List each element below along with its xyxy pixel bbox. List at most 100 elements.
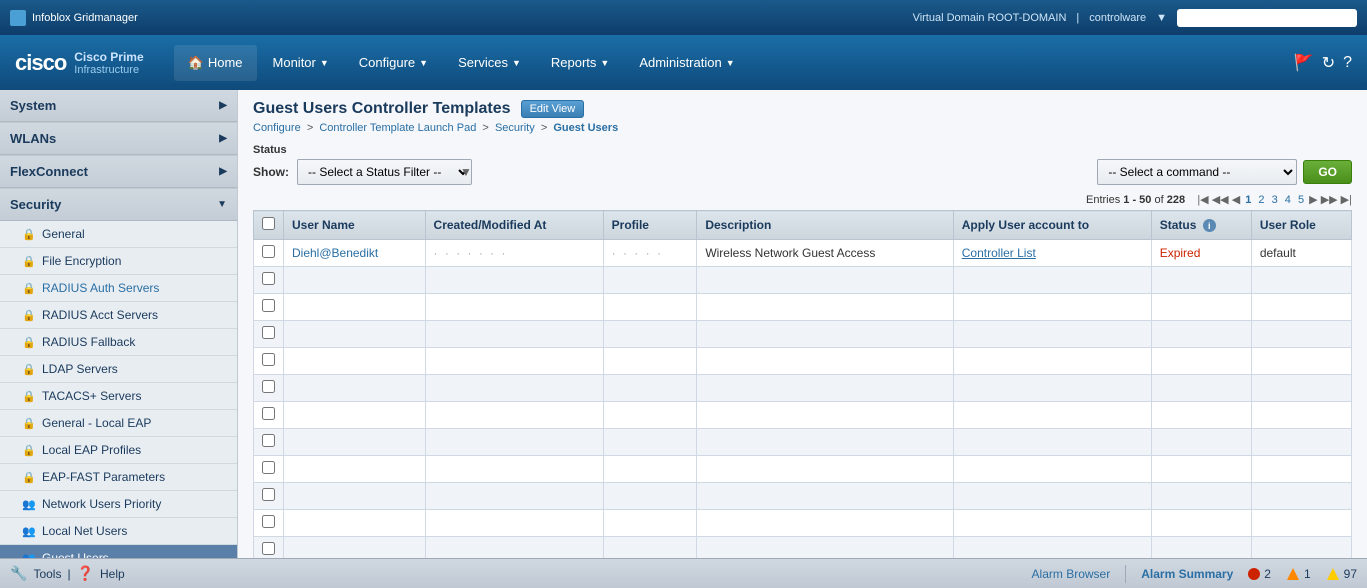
- empty-cell: [284, 402, 426, 429]
- nav-configure[interactable]: Configure ▼: [345, 45, 442, 81]
- empty-cell: [1151, 348, 1251, 375]
- empty-cell: [1251, 429, 1351, 456]
- empty-row-checkbox[interactable]: [262, 407, 275, 420]
- sidebar-item-tacacs[interactable]: 🔒 TACACS+ Servers: [0, 383, 237, 410]
- empty-row-checkbox[interactable]: [262, 542, 275, 555]
- file-encryption-icon: 🔒: [22, 254, 36, 268]
- pagination-prev[interactable]: ◀◀: [1212, 194, 1229, 206]
- empty-cell: [603, 537, 697, 559]
- empty-row-checkbox[interactable]: [262, 488, 275, 501]
- tools-separator: |: [67, 567, 70, 581]
- nav-administration[interactable]: Administration ▼: [625, 45, 748, 81]
- empty-row-checkbox[interactable]: [262, 326, 275, 339]
- empty-cell: [284, 429, 426, 456]
- network-users-priority-icon: 👥: [22, 497, 36, 511]
- pagination-page-1[interactable]: 1: [1245, 194, 1251, 206]
- main-nav: 🏠 Home Monitor ▼ Configure ▼ Services ▼ …: [174, 35, 749, 90]
- pagination-first[interactable]: |◀: [1197, 194, 1208, 206]
- sidebar-item-radius-acct[interactable]: 🔒 RADIUS Acct Servers: [0, 302, 237, 329]
- command-select[interactable]: -- Select a command --: [1097, 159, 1297, 185]
- empty-row-checkbox[interactable]: [262, 380, 275, 393]
- pagination-last[interactable]: ▶|: [1341, 194, 1352, 206]
- user-dropdown-arrow[interactable]: ▼: [1156, 12, 1167, 24]
- empty-row-checkbox[interactable]: [262, 272, 275, 285]
- apply-to-link[interactable]: Controller List: [962, 246, 1036, 260]
- app-title: Infoblox Gridmanager: [32, 12, 138, 24]
- empty-cell: [953, 294, 1151, 321]
- alarm-browser-label[interactable]: Alarm Browser: [1032, 567, 1111, 581]
- col-header-created-at: Created/Modified At: [425, 211, 603, 240]
- nav-monitor[interactable]: Monitor ▼: [259, 45, 343, 81]
- alarm-critical: 2: [1248, 567, 1271, 581]
- sidebar-item-general-local-eap[interactable]: 🔒 General - Local EAP: [0, 410, 237, 437]
- empty-cell: [1151, 537, 1251, 559]
- empty-cell: [603, 456, 697, 483]
- alarm-major: 1: [1286, 567, 1311, 581]
- sidebar-item-file-encryption[interactable]: 🔒 File Encryption: [0, 248, 237, 275]
- profile-value: · · · · ·: [612, 246, 663, 260]
- sidebar-item-guest-users[interactable]: 👥 Guest Users: [0, 545, 237, 558]
- logo-area: cisco Cisco Prime Infrastructure: [15, 50, 144, 76]
- edit-view-button[interactable]: Edit View: [521, 100, 585, 118]
- nav-reports[interactable]: Reports ▼: [537, 45, 623, 81]
- sidebar-item-radius-fallback[interactable]: 🔒 RADIUS Fallback: [0, 329, 237, 356]
- alarm-summary-label[interactable]: Alarm Summary: [1141, 567, 1233, 581]
- empty-cell: [697, 429, 953, 456]
- sidebar-item-eap-fast[interactable]: 🔒 EAP-FAST Parameters: [0, 464, 237, 491]
- empty-cell: [697, 483, 953, 510]
- breadcrumb-configure[interactable]: Configure: [253, 122, 301, 134]
- empty-row-checkbox[interactable]: [262, 434, 275, 447]
- help-icon[interactable]: ?: [1343, 54, 1352, 72]
- pagination-page-2[interactable]: 2: [1258, 194, 1264, 206]
- empty-cell: [1251, 267, 1351, 294]
- pagination-page-3[interactable]: 3: [1272, 194, 1278, 206]
- status-filter-select[interactable]: -- Select a Status Filter --: [297, 159, 472, 185]
- status-info-icon[interactable]: i: [1203, 219, 1216, 232]
- help-label[interactable]: Help: [100, 567, 125, 581]
- alarm-critical-icon: [1248, 568, 1260, 580]
- col-header-user-role: User Role: [1251, 211, 1351, 240]
- sidebar-item-radius-auth[interactable]: 🔒 RADIUS Auth Servers: [0, 275, 237, 302]
- row-checkbox[interactable]: [262, 245, 275, 258]
- sidebar-section-wlans-header[interactable]: WLANs ▶: [0, 123, 237, 155]
- sidebar-section-system-header[interactable]: System ▶: [0, 90, 237, 122]
- ldap-icon: 🔒: [22, 362, 36, 376]
- sidebar-section-security-header[interactable]: Security ▼: [0, 189, 237, 221]
- pagination-next-more[interactable]: ▶▶: [1321, 194, 1338, 206]
- refresh-icon[interactable]: ↻: [1322, 53, 1335, 73]
- empty-cell: [284, 294, 426, 321]
- breadcrumb-security[interactable]: Security: [495, 122, 535, 134]
- empty-cell: [1251, 483, 1351, 510]
- toolbar-row: Status Show: -- Select a Status Filter -…: [253, 144, 1352, 185]
- sidebar-item-local-eap-profiles[interactable]: 🔒 Local EAP Profiles: [0, 437, 237, 464]
- global-search-input[interactable]: [1177, 9, 1357, 27]
- breadcrumb-controller-template[interactable]: Controller Template Launch Pad: [319, 122, 476, 134]
- go-button[interactable]: GO: [1303, 160, 1352, 184]
- empty-cell: [425, 456, 603, 483]
- main-layout: System ▶ WLANs ▶ FlexConnect ▶ Security …: [0, 90, 1367, 558]
- pagination-prev-one[interactable]: ◀: [1232, 194, 1240, 206]
- pagination-next[interactable]: ▶: [1309, 194, 1317, 206]
- sidebar-item-network-users-priority[interactable]: 👥 Network Users Priority: [0, 491, 237, 518]
- sidebar-item-ldap[interactable]: 🔒 LDAP Servers: [0, 356, 237, 383]
- alarm-major-count: 1: [1304, 567, 1311, 581]
- tools-label[interactable]: Tools: [33, 567, 61, 581]
- username-link[interactable]: Diehl@Benedikt: [292, 246, 378, 260]
- pagination-page-5[interactable]: 5: [1298, 194, 1304, 206]
- sidebar-item-local-net-users[interactable]: 👥 Local Net Users: [0, 518, 237, 545]
- pagination-page-4[interactable]: 4: [1285, 194, 1291, 206]
- sidebar-section-wlans: WLANs ▶: [0, 123, 237, 156]
- empty-row-checkbox[interactable]: [262, 299, 275, 312]
- sidebar-item-general[interactable]: 🔒 General: [0, 221, 237, 248]
- row-created-at-cell: · · · · · · ·: [425, 240, 603, 267]
- flag-icon[interactable]: 🚩: [1294, 53, 1314, 73]
- select-all-checkbox[interactable]: [262, 217, 275, 230]
- empty-cell: [953, 348, 1151, 375]
- nav-services[interactable]: Services ▼: [444, 45, 535, 81]
- nav-home[interactable]: 🏠 Home: [174, 45, 257, 81]
- empty-row-checkbox[interactable]: [262, 515, 275, 528]
- empty-row-checkbox[interactable]: [262, 353, 275, 366]
- empty-cell: [697, 294, 953, 321]
- empty-row-checkbox[interactable]: [262, 461, 275, 474]
- sidebar-section-flexconnect-header[interactable]: FlexConnect ▶: [0, 156, 237, 188]
